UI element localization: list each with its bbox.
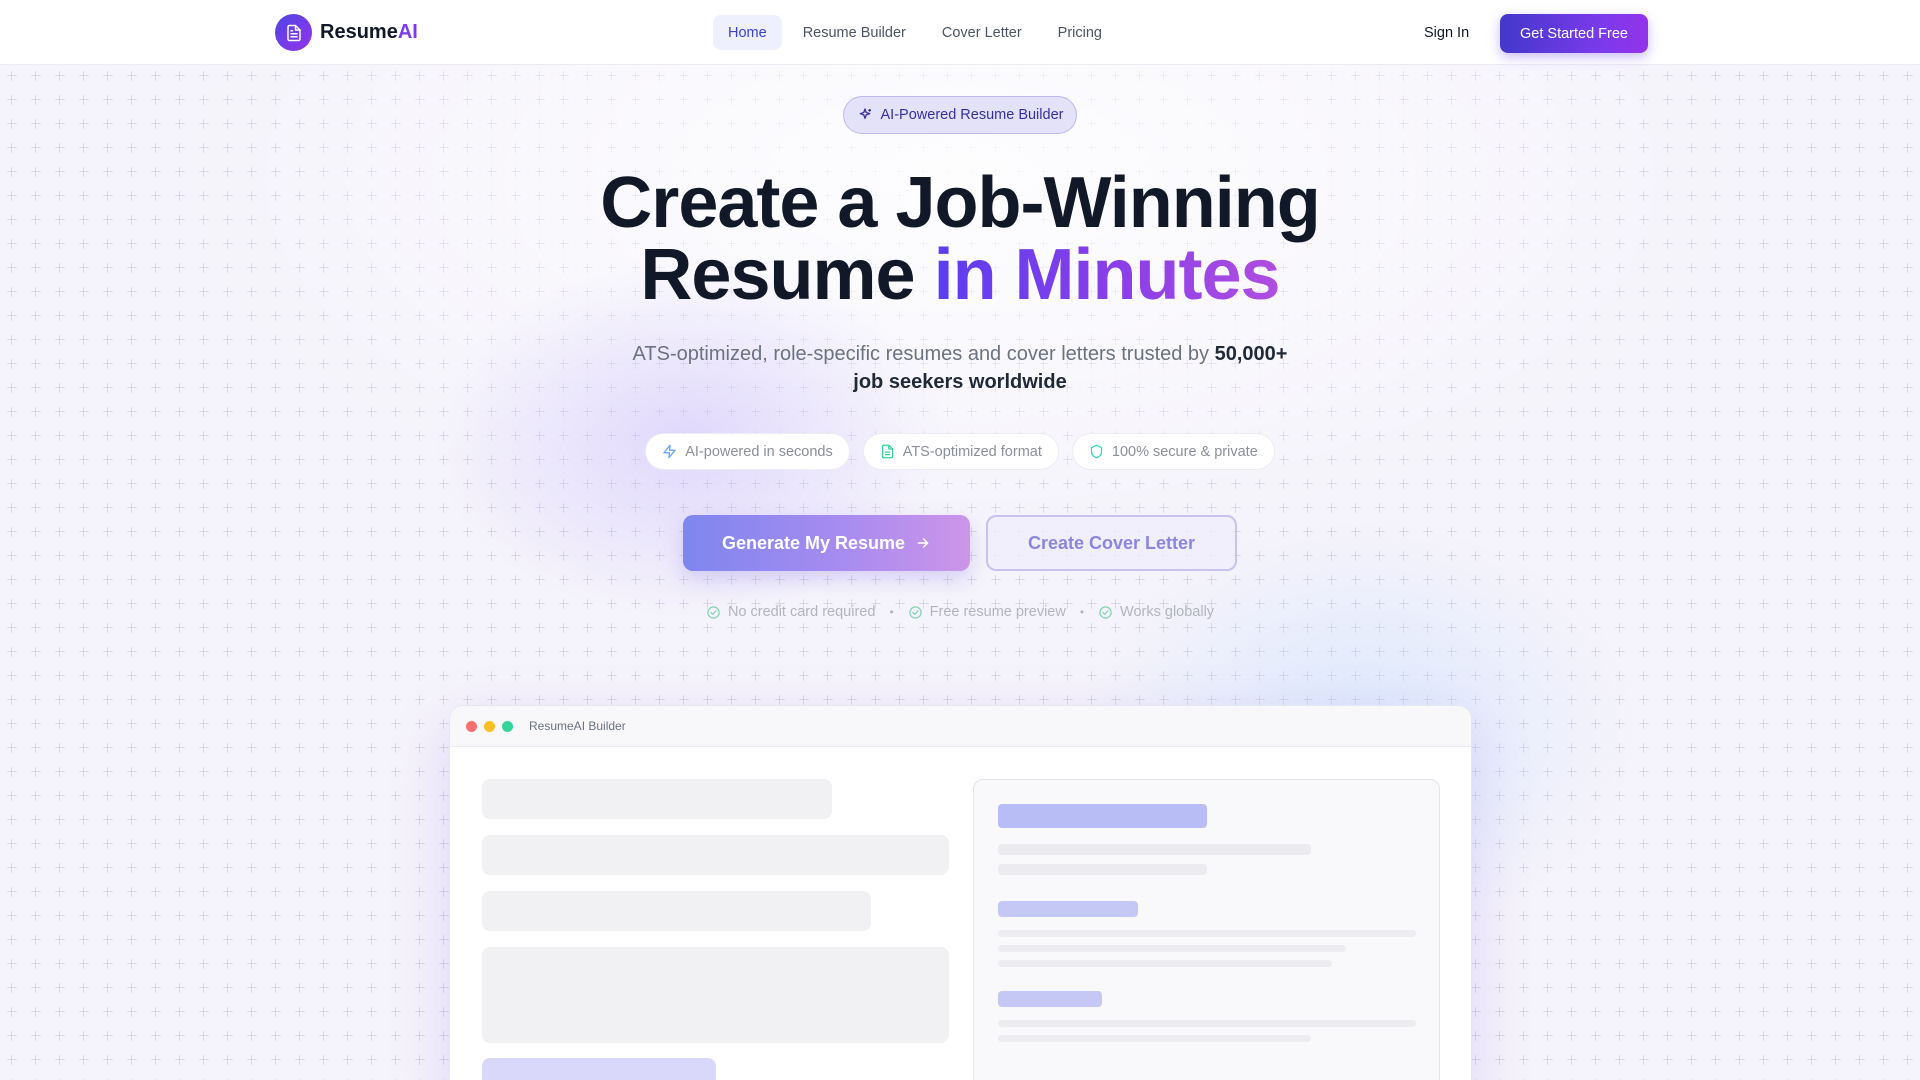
hero-badge-label: AI-Powered Resume Builder xyxy=(880,107,1064,123)
resume-preview-panel xyxy=(973,779,1440,1080)
hero-title-line2: Resume xyxy=(640,235,934,315)
generate-resume-button[interactable]: Generate My Resume xyxy=(683,515,970,571)
check-circle-icon xyxy=(707,605,720,619)
hero-title-accent: in Minutes xyxy=(933,235,1281,315)
form-field-placeholder xyxy=(482,835,949,875)
check-circle-icon xyxy=(908,605,922,619)
nav-item-pricing[interactable]: Pricing xyxy=(1043,15,1117,50)
separator-dot: • xyxy=(1079,605,1085,619)
feature-pills: AI-powered in seconds ATS-optimized form… xyxy=(0,433,1920,470)
window-titlebar: ResumeAI Builder xyxy=(450,706,1471,747)
form-field-placeholder xyxy=(482,779,832,819)
generate-resume-label: Generate My Resume xyxy=(721,532,906,553)
close-dot-icon xyxy=(466,720,477,732)
hero-subtitle: ATS-optimized, role-specific resumes and… xyxy=(632,343,1288,393)
sparkle-icon xyxy=(859,108,871,119)
hero-title: Create a Job-Winning Resume in Minutes xyxy=(0,167,1920,311)
brand-logo[interactable]: ResumeAI xyxy=(275,14,418,51)
document-icon xyxy=(275,14,312,51)
sign-in-link[interactable]: Sign In xyxy=(1409,15,1484,50)
form-button-placeholder xyxy=(482,1058,716,1080)
preview-section-placeholder xyxy=(998,991,1102,1007)
preview-line-placeholder xyxy=(998,945,1346,952)
get-started-button[interactable]: Get Started Free xyxy=(1500,14,1648,53)
document-icon xyxy=(881,444,893,459)
trust-indicators: No credit card required • Free resume pr… xyxy=(0,604,1920,620)
minimize-dot-icon xyxy=(484,720,495,732)
trust-item: No credit card required xyxy=(706,604,875,620)
builder-preview-window: ResumeAI Builder xyxy=(449,705,1472,1080)
lightning-icon xyxy=(663,444,676,459)
shield-icon xyxy=(1090,444,1102,459)
maximize-dot-icon xyxy=(502,720,513,732)
hero-badge: AI-Powered Resume Builder xyxy=(843,96,1077,134)
form-textarea-placeholder xyxy=(482,947,949,1043)
create-cover-letter-button[interactable]: Create Cover Letter xyxy=(986,515,1237,571)
preview-line-placeholder xyxy=(998,864,1207,875)
brand-name: ResumeAI xyxy=(320,21,418,43)
preview-line-placeholder xyxy=(998,960,1332,967)
form-field-placeholder xyxy=(482,891,871,931)
nav-item-resume-builder[interactable]: Resume Builder xyxy=(788,15,921,50)
nav-item-cover-letter[interactable]: Cover Letter xyxy=(927,15,1037,50)
check-circle-icon xyxy=(1099,605,1112,619)
nav-item-home[interactable]: Home xyxy=(713,15,782,50)
window-title: ResumeAI Builder xyxy=(529,719,626,733)
trust-item: Free resume preview xyxy=(908,604,1066,620)
preview-heading-placeholder xyxy=(998,804,1207,828)
main-nav: Home Resume Builder Cover Letter Pricing xyxy=(713,15,1117,50)
preview-section-placeholder xyxy=(998,901,1138,917)
preview-line-placeholder xyxy=(998,1020,1416,1027)
feature-pill: AI-powered in seconds xyxy=(645,433,850,470)
trust-item: Works globally xyxy=(1098,604,1214,620)
preview-line-placeholder xyxy=(998,1035,1311,1042)
preview-line-placeholder xyxy=(998,844,1311,855)
arrow-right-icon xyxy=(917,538,929,548)
top-navbar: ResumeAI Home Resume Builder Cover Lette… xyxy=(0,0,1920,65)
feature-pill: ATS-optimized format xyxy=(862,433,1059,470)
feature-pill: 100% secure & private xyxy=(1071,433,1275,470)
separator-dot: • xyxy=(889,605,894,619)
hero-title-line1: Create a Job-Winning xyxy=(600,163,1320,243)
preview-line-placeholder xyxy=(998,930,1416,937)
